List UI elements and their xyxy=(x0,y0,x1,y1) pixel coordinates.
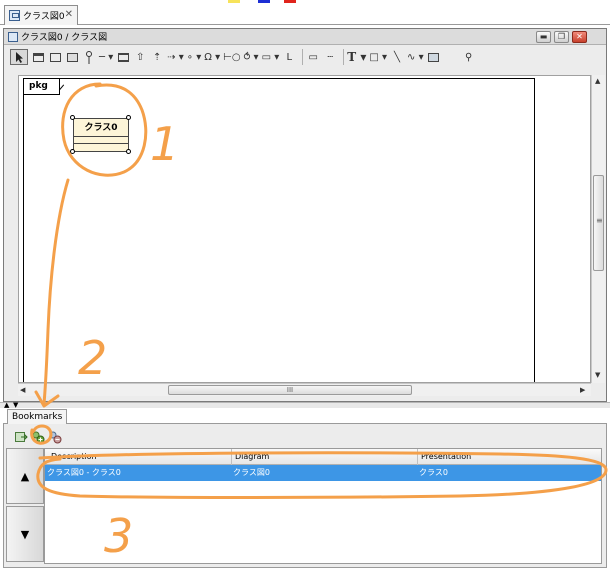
tab-bookmarks[interactable]: Bookmarks xyxy=(7,409,68,424)
diagram-canvas[interactable]: pkg クラス0 xyxy=(18,75,591,383)
bookmark-description: クラス図0 - クラス0 xyxy=(47,468,121,477)
close-icon[interactable]: ✕ xyxy=(65,9,73,20)
close-window-button[interactable]: ✕ xyxy=(572,31,587,43)
bookmarks-panel: ▲ ▼ Description Diagram Presentation クラス… xyxy=(3,424,607,568)
table-row[interactable]: クラス図0 - クラス0 クラス図0 クラス0 xyxy=(45,465,601,481)
column-header-presentation[interactable]: Presentation xyxy=(421,449,471,465)
frame-label: pkg xyxy=(24,79,60,95)
expand-down-icon[interactable]: ▼ xyxy=(13,401,18,409)
class-diagram-icon xyxy=(9,10,20,21)
remove-bookmark-icon[interactable] xyxy=(48,430,62,444)
previous-bookmark-button[interactable]: ▲ xyxy=(6,448,44,504)
window-title-bar: クラス図0 / クラス図 xyxy=(4,29,606,45)
usage-icon[interactable]: ∘ ▾ xyxy=(187,49,201,65)
attribute-compartment xyxy=(74,137,128,144)
image-icon[interactable] xyxy=(427,49,441,65)
scroll-up-icon[interactable]: ▲ xyxy=(595,77,600,85)
horizontal-scroll-thumb[interactable]: III xyxy=(168,385,412,395)
grip-icon: ≡ xyxy=(596,216,603,225)
note-icon[interactable]: ▭ ▾ xyxy=(262,49,280,65)
add-bookmark-icon[interactable] xyxy=(31,430,45,444)
column-header-description[interactable]: Description xyxy=(51,449,97,465)
toolbar-separator xyxy=(302,49,304,65)
bookmarks-table: Description Diagram Presentation クラス図0 -… xyxy=(44,448,602,564)
selection-handle[interactable] xyxy=(70,149,75,154)
vertical-scroll-thumb[interactable]: ≡ xyxy=(593,175,604,271)
table-header: Description Diagram Presentation xyxy=(45,449,601,465)
panel-splitter[interactable]: ▲ ▼ xyxy=(0,401,610,409)
pointer-icon[interactable] xyxy=(10,49,28,65)
port-icon[interactable]: ⥀ ▾ xyxy=(244,49,259,65)
association-icon[interactable]: ─ ▾ xyxy=(99,49,113,65)
toolbar-separator xyxy=(343,49,345,65)
realization-icon[interactable]: ⇡ xyxy=(150,49,164,65)
dependency-icon[interactable]: ⇢ ▾ xyxy=(167,49,184,65)
generalization-icon[interactable]: ⇧ xyxy=(133,49,147,65)
scroll-down-icon[interactable]: ▼ xyxy=(595,371,600,379)
class-diagram-icon xyxy=(8,31,18,42)
bookmarks-tab-bar: Bookmarks xyxy=(3,409,607,424)
required-interface-icon[interactable]: ⊢○ xyxy=(223,49,240,65)
bookmark-presentation: クラス0 xyxy=(419,468,448,477)
bookmarks-toolbar xyxy=(14,429,65,445)
selection-handle[interactable] xyxy=(126,115,131,120)
subsystem-icon[interactable] xyxy=(65,49,79,65)
line-icon[interactable]: ╲ xyxy=(390,49,404,65)
selection-handle[interactable] xyxy=(126,149,131,154)
class-icon[interactable] xyxy=(31,49,45,65)
curve-icon[interactable]: ∿ ▾ xyxy=(407,49,424,65)
next-bookmark-button[interactable]: ▼ xyxy=(6,506,44,562)
jump-bookmark-icon[interactable] xyxy=(14,430,28,444)
diagram-editor-window: クラス図0 / クラス図 ▬ ❐ ✕ ─ ▾ ⇧ ⇡ ⇢ ▾ ∘ ▾ Ω ▾ ⊢… xyxy=(3,28,607,402)
bookmark-diagram: クラス図0 xyxy=(233,468,270,477)
vertical-scrollbar[interactable]: ▲ ≡ ▼ xyxy=(591,75,605,383)
selection-handle[interactable] xyxy=(70,115,75,120)
expand-up-icon[interactable]: ▲ xyxy=(4,401,9,409)
dotted-line-icon[interactable]: ┄ xyxy=(323,49,337,65)
window-title: クラス図0 / クラス図 xyxy=(21,33,108,43)
horizontal-scrollbar[interactable]: ◀ III ▶ xyxy=(18,383,591,396)
scroll-right-icon[interactable]: ▶ xyxy=(580,386,585,394)
rounded-rect-icon[interactable]: ▭ xyxy=(306,49,320,65)
rectangle-icon[interactable]: □ ▾ xyxy=(369,49,387,65)
text-tool-label: T xyxy=(347,50,357,64)
text-icon[interactable]: T ▾ xyxy=(347,49,366,65)
column-separator[interactable] xyxy=(231,449,232,465)
column-header-diagram[interactable]: Diagram xyxy=(235,449,269,465)
editor-tab-bar: クラス図0 ✕ xyxy=(0,3,610,25)
association-class-icon[interactable] xyxy=(116,49,130,65)
column-separator[interactable] xyxy=(417,449,418,465)
scroll-left-icon[interactable]: ◀ xyxy=(20,386,25,394)
provided-interface-icon[interactable]: Ω ▾ xyxy=(204,49,220,65)
minimize-button[interactable]: ▬ xyxy=(536,31,551,43)
package-icon[interactable] xyxy=(48,49,62,65)
tab-class-diagram-0[interactable]: クラス図0 ✕ xyxy=(4,5,78,25)
anchor-icon[interactable]: L xyxy=(282,49,296,65)
restore-button[interactable]: ❐ xyxy=(554,31,569,43)
bookmark-navigation: ▲ ▼ xyxy=(6,448,44,564)
diagram-toolbar: ─ ▾ ⇧ ⇡ ⇢ ▾ ∘ ▾ Ω ▾ ⊢○ ⥀ ▾ ▭ ▾ L ▭ ┄ T ▾… xyxy=(4,46,606,68)
class-element[interactable]: クラス0 xyxy=(73,118,129,152)
interface-icon[interactable] xyxy=(82,49,96,65)
grip-icon: III xyxy=(286,386,294,394)
class-name: クラス0 xyxy=(74,119,128,137)
pin-icon[interactable]: ⚲ xyxy=(462,49,476,65)
tab-label: クラス図0 xyxy=(23,12,65,22)
